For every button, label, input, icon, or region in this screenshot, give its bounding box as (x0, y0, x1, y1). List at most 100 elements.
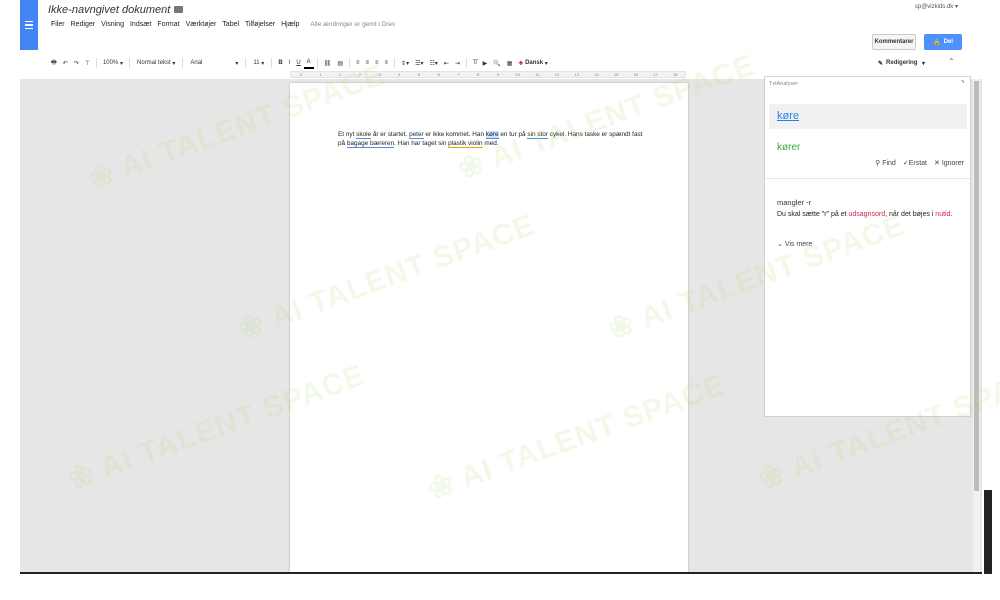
toolbar-divider (182, 58, 184, 68)
toolbar-divider (465, 58, 467, 68)
replace-button[interactable]: ✓Erstat (903, 159, 927, 167)
line-spacing-icon[interactable]: ⇕▾ (398, 57, 412, 69)
comments-button[interactable]: Kommentarer (872, 34, 916, 50)
menu-file[interactable]: Filer (48, 21, 68, 28)
decrease-indent-icon[interactable]: ⇤ (441, 57, 452, 69)
ruler[interactable]: 2 1 1 2 3 4 5 6 7 8 9 10 11 12 13 14 15 16 17 18 (290, 71, 686, 78)
user-email[interactable]: sp@vizkids.dk ▾ (915, 3, 958, 10)
align-right-icon[interactable]: ≡ (372, 57, 382, 69)
bulleted-list-icon[interactable]: ☷▾ (426, 57, 440, 69)
save-status[interactable]: Alle ændringer er gemt i Drev (302, 21, 395, 28)
ruler-tick: 8 (477, 72, 480, 77)
flagged-word[interactable]: plastik violin (448, 140, 483, 148)
suggestion-word[interactable]: kører (777, 142, 800, 153)
ruler-tick: 2 (299, 72, 302, 77)
ignore-button[interactable]: ✕ Ignorer (934, 159, 964, 167)
text-run: . Han har taget sin (394, 140, 449, 147)
ruler-tick: 12 (554, 72, 560, 77)
toolbar-divider (95, 58, 97, 68)
scroll-thumb[interactable] (974, 81, 979, 491)
document-body[interactable]: Et nyt skole år er startet. peter er ikk… (338, 130, 648, 148)
see-more-link[interactable]: ⌄ Vis mere (777, 240, 812, 248)
toolbar: 🖶 ↶ ↷ ⊤ 100% ▾ Normal tekst ▾ Arial ▾ 11 … (20, 56, 982, 70)
spellcheck-icon[interactable]: 🔍 (490, 57, 503, 69)
panel-title: TxtAnalyser (769, 81, 799, 87)
menu-addons[interactable]: Tilføjelser (242, 21, 278, 28)
clear-formatting-icon[interactable]: T̸ (470, 57, 480, 69)
style-select[interactable]: Normal tekst ▾ (133, 57, 179, 69)
font-size-select[interactable]: 11 ▾ (249, 57, 268, 69)
ruler-tick: 5 (417, 72, 421, 77)
italic-button[interactable]: I (286, 57, 294, 69)
underline-button[interactable]: U (293, 57, 303, 69)
share-button[interactable]: 🔒 Del (924, 34, 962, 50)
folder-icon[interactable] (174, 6, 183, 13)
align-center-icon[interactable]: ≡ (363, 57, 373, 69)
find-button[interactable]: ⚲ Find (875, 159, 896, 167)
rule-name: mangler -r (777, 198, 812, 207)
misspelled-word[interactable]: køre (777, 110, 799, 122)
menu-insert[interactable]: Indsæt (127, 21, 154, 28)
ruler-tick: 6 (437, 72, 440, 77)
style-value: Normal tekst (137, 60, 171, 66)
font-select[interactable]: Arial ▾ (186, 57, 242, 69)
toolbar-divider (316, 58, 318, 68)
increase-indent-icon[interactable]: ⇥ (452, 57, 463, 69)
print-icon[interactable]: 🖶 (48, 57, 60, 69)
link-icon[interactable]: ⛓ (321, 57, 335, 69)
menu-tools[interactable]: Værktøjer (183, 21, 220, 28)
lock-icon: 🔒 (933, 39, 941, 46)
rule-text: , når det bøjes i (885, 211, 936, 218)
ruler-tick: 4 (398, 72, 401, 77)
redo-icon[interactable]: ↷ (71, 57, 82, 69)
language-value: Dansk (525, 60, 544, 66)
bold-button[interactable]: B (275, 57, 285, 69)
rule-term[interactable]: nutid (935, 211, 950, 218)
header: Ikke-navngivet dokument ☆ Filer Rediger … (20, 0, 982, 56)
scrollbar[interactable] (973, 79, 980, 572)
play-icon[interactable]: ▶ (480, 57, 491, 69)
paint-format-icon[interactable]: ⊤ (82, 57, 93, 69)
document-page[interactable]: Et nyt skole år er startet. peter er ikk… (290, 83, 688, 572)
menu-edit[interactable]: Rediger (68, 21, 99, 28)
text-color-button[interactable]: A (303, 57, 314, 69)
close-icon: ✕ (933, 160, 940, 167)
flagged-word[interactable]: skole (356, 131, 372, 139)
align-justify-icon[interactable]: ≡ (382, 57, 392, 69)
flagged-word-selected[interactable]: køre (485, 131, 499, 139)
doc-title[interactable]: Ikke-navngivet dokument (48, 4, 170, 16)
panel-collapse-icon[interactable]: ⌝ (961, 80, 964, 88)
find-label: Find (882, 160, 896, 167)
edit-mode-select[interactable]: ✎ Redigering ▾ (878, 56, 925, 70)
menu-view[interactable]: Visning (98, 21, 127, 28)
ruler-tick: 2 (358, 72, 362, 77)
comment-icon[interactable]: ▤ (334, 57, 346, 69)
flagged-word[interactable]: peter (409, 131, 424, 139)
language-select[interactable]: ✚ Dansk ▾ (515, 57, 550, 69)
star-icon[interactable]: ☆ (160, 3, 170, 16)
rule-text: Du skal sætte "r" på et (777, 211, 849, 218)
flagged-word[interactable]: sin stor (527, 131, 548, 139)
zoom-select[interactable]: 100% ▾ (100, 57, 126, 69)
flagged-word[interactable]: bagage bæreren (346, 140, 395, 148)
txtanalyser-panel: TxtAnalyser ⌝ køre kører ⚲ Find ✓Erstat … (764, 76, 971, 417)
ruler-tick: 1 (319, 72, 322, 77)
numbered-list-icon[interactable]: ☰▾ (412, 57, 426, 69)
dictionary-icon[interactable]: ▦ (504, 57, 516, 69)
see-more-label: Vis mere (784, 241, 813, 248)
toolbar-divider (348, 58, 350, 68)
menubar: Filer Rediger Visning Indsæt Format Værk… (48, 21, 395, 28)
menu-help[interactable]: Hjælp (278, 21, 302, 28)
panel-actions: ⚲ Find ✓Erstat ✕ Ignorer (875, 159, 964, 167)
zoom-value: 100% (102, 60, 119, 66)
align-left-icon[interactable]: ≡ (353, 57, 363, 69)
docs-logo-icon[interactable] (20, 0, 38, 50)
menu-table[interactable]: Tabel (219, 21, 242, 28)
text-run: med. (482, 140, 499, 147)
menu-format[interactable]: Format (154, 21, 182, 28)
collapse-icon[interactable]: ⌃ (948, 57, 955, 66)
undo-icon[interactable]: ↶ (60, 57, 71, 69)
font-size-value: 11 (253, 60, 260, 66)
toolbar-divider (271, 58, 273, 68)
rule-term[interactable]: udsagnsord (849, 211, 886, 218)
